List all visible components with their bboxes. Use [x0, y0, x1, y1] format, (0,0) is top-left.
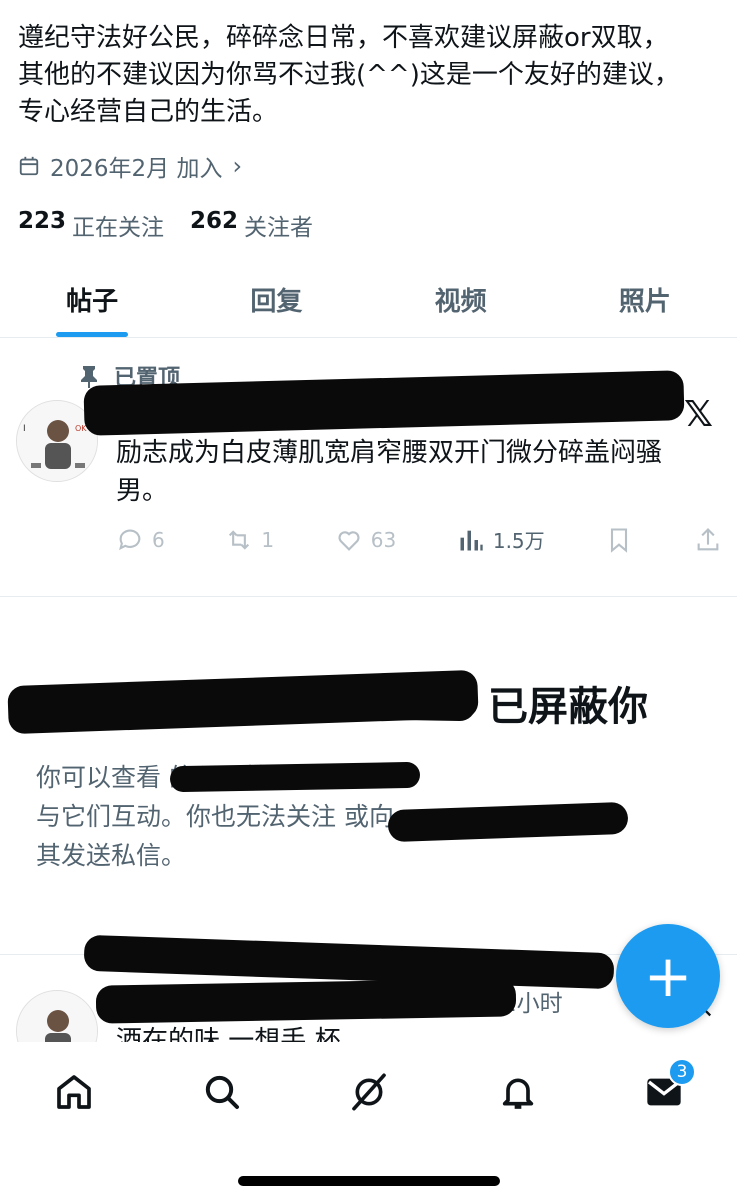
views-button[interactable]: 1.5万	[457, 525, 545, 554]
blocked-desc-line: 其发送私信。	[36, 841, 187, 870]
x-logo-icon: 𝕏	[684, 394, 714, 435]
views-icon	[460, 530, 483, 550]
bio-line: 专心经营自己的生活。	[18, 97, 279, 127]
search-icon	[205, 1075, 239, 1109]
bookmark-icon	[611, 527, 628, 553]
share-button[interactable]	[694, 526, 722, 554]
tweet-line: 男。	[116, 476, 169, 506]
joined-date: 2026年2月 加入	[50, 156, 223, 182]
chevron-right-icon: ›	[232, 152, 243, 180]
profile-bio: 遵纪守法好公民，碎碎念日常，不喜欢建议屏蔽or双取， 其他的不建议因为你骂不过我…	[18, 20, 723, 131]
nav-messages[interactable]: 3	[634, 1058, 696, 1122]
redaction-mark	[95, 978, 517, 1024]
like-count: 63	[370, 527, 397, 552]
following-label[interactable]: 正在关注	[72, 208, 164, 242]
view-count: 1.5万	[492, 529, 545, 553]
compose-button[interactable]: +	[616, 924, 720, 1028]
tab-photos[interactable]: 照片	[553, 262, 737, 337]
redaction-mark	[329, 674, 477, 722]
following-count[interactable]: 223	[18, 208, 66, 242]
blocked-title: 已屏蔽你	[488, 684, 648, 730]
notifications-icon	[502, 1078, 534, 1109]
pinned-tweet-text[interactable]: 励志成为白皮薄肌宽肩窄腰双开门微分碎盖闷骚 男。	[116, 434, 716, 510]
svg-text:I: I	[23, 424, 26, 434]
reply-button[interactable]: 6	[116, 526, 165, 554]
divider	[0, 596, 737, 597]
calendar-icon	[19, 156, 39, 176]
joined-date-row[interactable]: 2026年2月 加入 ›	[18, 150, 242, 182]
pin-icon	[81, 366, 97, 388]
plus-icon: +	[643, 942, 693, 1010]
retweet-button[interactable]: 1	[225, 526, 274, 554]
followers-label[interactable]: 关注者	[244, 208, 313, 242]
reply-icon	[119, 529, 141, 550]
reply-count: 6	[152, 527, 165, 552]
nav-home[interactable]	[44, 1062, 104, 1122]
tab-posts[interactable]: 帖子	[0, 262, 184, 337]
home-icon	[57, 1075, 91, 1109]
retweet-icon	[229, 529, 250, 550]
nav-grok[interactable]	[339, 1062, 399, 1122]
like-button[interactable]: 63	[335, 526, 396, 554]
followers-count[interactable]: 262	[190, 208, 238, 242]
bio-line: 遵纪守法好公民，碎碎念日常，不喜欢建议屏蔽or双取，	[18, 23, 669, 53]
nav-notifications[interactable]	[488, 1062, 548, 1122]
heart-icon	[338, 530, 360, 551]
retweet-count: 1	[261, 527, 275, 552]
share-icon	[697, 527, 719, 550]
bookmark-button[interactable]	[605, 526, 633, 554]
follow-counts: 223 正在关注 262 关注者	[18, 208, 313, 242]
bottom-nav: 3	[0, 1042, 737, 1200]
profile-tabs: 帖子 回复 视频 照片	[0, 262, 737, 338]
tweet-actions: 6 1 63 1.5万	[116, 525, 722, 554]
tab-videos[interactable]: 视频	[369, 262, 553, 337]
nav-search[interactable]	[192, 1062, 252, 1122]
redaction-mark	[169, 761, 421, 793]
tweet-line: 励志成为白皮薄肌宽肩窄腰双开门微分碎盖闷骚	[116, 438, 663, 468]
grok-icon	[352, 1073, 386, 1111]
home-indicator	[238, 1176, 500, 1186]
tab-replies[interactable]: 回复	[184, 262, 368, 337]
bio-line: 其他的不建议因为你骂不过我(^^)这是一个友好的建议，	[18, 60, 680, 90]
messages-badge: 3	[668, 1058, 696, 1086]
